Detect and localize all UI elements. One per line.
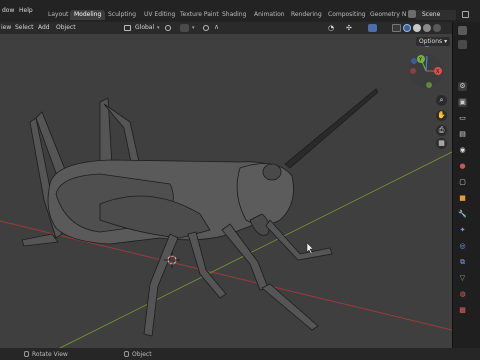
orientation-selector[interactable]: Global xyxy=(135,24,154,31)
top-bar: dow Help Layout Modeling Sculpting UV Ed… xyxy=(0,0,480,22)
constraints-icon[interactable]: ⧉ xyxy=(458,258,467,267)
window-menu[interactable]: dow xyxy=(2,7,14,14)
mouse-middle-icon xyxy=(24,351,29,357)
scene-props-icon[interactable]: ◉ xyxy=(458,146,467,155)
rendered-shading-icon[interactable] xyxy=(433,24,441,32)
proportional-edit-icon[interactable] xyxy=(203,25,209,31)
3d-viewport[interactable]: X Y Z ⌕ ✋ ⎙ ▦ xyxy=(0,34,452,348)
falloff-icon[interactable]: ∧ xyxy=(214,23,219,31)
xray-icon[interactable] xyxy=(392,24,401,32)
tab-geometry-nodes[interactable]: Geometry N xyxy=(366,10,410,20)
zoom-icon[interactable]: ⌕ xyxy=(436,95,447,106)
particles-icon[interactable]: ✦ xyxy=(458,226,467,235)
options-dropdown[interactable]: Options ▾ xyxy=(416,37,451,46)
tab-layout[interactable]: Layout xyxy=(44,10,72,20)
solid-shading-icon[interactable] xyxy=(413,24,421,32)
outliner-icon[interactable] xyxy=(458,26,467,35)
add-menu[interactable]: Add xyxy=(38,24,50,31)
tab-animation[interactable]: Animation xyxy=(250,10,289,20)
tab-modeling[interactable]: Modeling xyxy=(70,10,106,20)
collection-icon[interactable]: ▢ xyxy=(458,178,467,187)
transform-orientation-icon xyxy=(124,25,131,31)
scene-icon xyxy=(408,10,416,18)
viewport-header: iew Select Add Object Global ▾ ▾ ∧ ◔ ✣ xyxy=(0,22,452,34)
object-props-icon[interactable]: ■ xyxy=(458,194,467,203)
output-icon[interactable]: ▭ xyxy=(458,114,467,123)
scene-selector[interactable]: Scene xyxy=(416,10,456,20)
snap-chevron-icon: ▾ xyxy=(192,25,195,31)
mouse-right-icon xyxy=(124,351,129,357)
scene-name: Scene xyxy=(422,11,441,18)
tab-uv-editing[interactable]: UV Editing xyxy=(140,10,179,20)
texture-icon[interactable]: ▩ xyxy=(458,306,467,315)
visibility-icon[interactable]: ◔ xyxy=(328,24,337,32)
object-menu[interactable]: Object xyxy=(56,24,76,31)
tab-compositing[interactable]: Compositing xyxy=(324,10,370,20)
tool-icon[interactable]: ⚙ xyxy=(458,82,467,91)
help-menu[interactable]: Help xyxy=(19,7,33,14)
status-object: Object xyxy=(132,351,152,358)
tab-texture-paint[interactable]: Texture Paint xyxy=(176,10,223,20)
tab-sculpting[interactable]: Sculpting xyxy=(104,10,140,20)
tab-rendering[interactable]: Rendering xyxy=(287,10,326,20)
gizmo-icon[interactable]: ✣ xyxy=(346,24,355,32)
gizmo-x-label: X xyxy=(436,69,440,75)
overlay-icon[interactable] xyxy=(368,24,377,32)
camera-view-icon[interactable]: ⎙ xyxy=(436,125,447,136)
wireframe-shading-icon[interactable] xyxy=(403,24,411,32)
viewport-canvas: X Y Z xyxy=(0,39,452,348)
world-icon[interactable]: ● xyxy=(458,162,467,171)
modifier-wrench-icon[interactable]: 🔧 xyxy=(458,210,467,219)
status-bar: Rotate View Object xyxy=(0,348,480,360)
snap-icon[interactable] xyxy=(180,24,189,32)
data-triangle-icon[interactable]: ▽ xyxy=(458,274,467,283)
status-rotate-view: Rotate View xyxy=(32,351,68,358)
material-shading-icon[interactable] xyxy=(423,24,431,32)
pivot-icon[interactable] xyxy=(165,25,171,31)
filter-icon[interactable] xyxy=(458,40,467,49)
physics-icon[interactable]: ◎ xyxy=(458,242,467,251)
properties-strip: ⚙ ▣ ▭ ▤ ◉ ● ▢ ■ 🔧 ✦ ◎ ⧉ ▽ ◍ ▩ xyxy=(452,22,480,348)
perspective-grid-icon[interactable]: ▦ xyxy=(436,138,447,149)
pan-hand-icon[interactable]: ✋ xyxy=(436,110,447,121)
render-icon[interactable]: ▣ xyxy=(458,98,467,107)
options-label: Options xyxy=(419,38,443,45)
copy-icon[interactable] xyxy=(462,11,469,18)
tab-shading[interactable]: Shading xyxy=(218,10,250,20)
view-menu[interactable]: iew xyxy=(1,24,11,31)
material-icon[interactable]: ◍ xyxy=(458,290,467,299)
select-menu[interactable]: Select xyxy=(15,24,34,31)
x-axis-line xyxy=(0,220,452,331)
chevron-down-icon: ▾ xyxy=(157,25,160,31)
view-layer-icon[interactable]: ▤ xyxy=(458,130,467,139)
